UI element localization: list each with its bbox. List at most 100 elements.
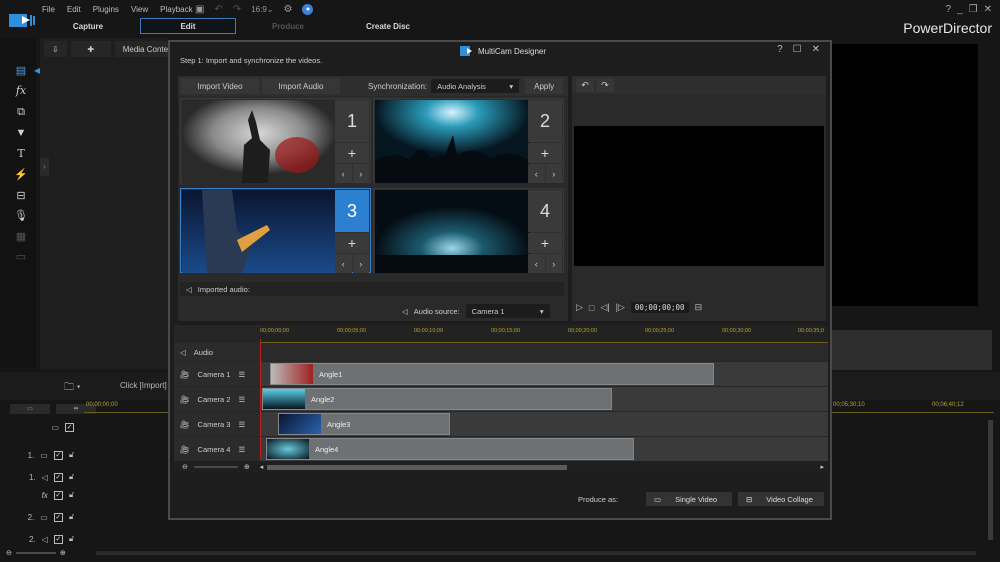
display-options-icon[interactable]: ⊟ — [695, 302, 703, 313]
menu-plugins[interactable]: Plugins — [93, 5, 119, 14]
track-enable-checkbox[interactable]: ✓ — [65, 422, 74, 432]
stop-icon[interactable]: □ — [589, 303, 594, 313]
pip-icon[interactable]: ⧉ — [14, 105, 28, 119]
track-enable-checkbox[interactable]: ✓ — [53, 490, 63, 500]
close-icon[interactable]: ✕ — [812, 44, 820, 55]
clip-angle2[interactable]: Angle2 — [262, 388, 612, 410]
timeline-scrollbar-thumb[interactable] — [267, 464, 568, 470]
voiceover-icon[interactable]: 🎙 — [14, 209, 28, 223]
playhead[interactable] — [260, 339, 261, 459]
track-list-icon[interactable]: ☰ — [238, 445, 245, 454]
next-clip-button[interactable]: › — [352, 164, 369, 183]
lock-icon[interactable]: 🔓︎ — [69, 472, 74, 482]
prev-clip-button[interactable]: ‹ — [335, 254, 352, 273]
aspect-ratio-icon[interactable]: 16:9⌄ — [251, 5, 273, 14]
prev-frame-icon[interactable]: ◁| — [600, 302, 609, 313]
notification-icon[interactable]: ● — [302, 3, 314, 15]
undo-icon[interactable]: ↶ — [576, 78, 594, 92]
camera-slot-1[interactable]: 1 + ‹ › — [180, 98, 371, 183]
zoom-out-icon[interactable]: ⊖ — [182, 463, 188, 471]
import-video-button[interactable]: Import Video — [181, 78, 259, 94]
import-audio-button[interactable]: Import Audio — [262, 78, 340, 94]
next-clip-button[interactable]: › — [352, 254, 369, 273]
undo-icon[interactable]: ↶ — [214, 4, 222, 15]
add-clip-button[interactable]: + — [335, 233, 369, 253]
lock-icon[interactable]: 🔓︎ — [69, 450, 74, 460]
video-collage-button[interactable]: ⊟ Video Collage — [738, 492, 824, 506]
camera-slot-4[interactable]: 4 + ‹ › — [373, 188, 564, 273]
track-list-icon[interactable]: ☰ — [238, 395, 245, 404]
title-icon[interactable]: T — [14, 147, 28, 161]
restore-icon[interactable]: ❐ — [969, 4, 978, 15]
camera-slot-2[interactable]: 2 + ‹ › — [373, 98, 564, 183]
track-enable-checkbox[interactable]: ✓ — [53, 534, 63, 544]
lock-icon[interactable]: 🔓︎ — [69, 490, 74, 500]
tab-produce[interactable]: Produce — [240, 18, 336, 34]
media-room-icon[interactable]: ▤ — [14, 64, 28, 78]
help-icon[interactable]: ? — [946, 4, 952, 15]
prev-clip-button[interactable]: ‹ — [528, 254, 545, 273]
audio-source-select[interactable]: Camera 1 ▾ — [465, 304, 550, 318]
dialog-title: MultiCam Designer — [460, 46, 546, 56]
next-frame-icon[interactable]: |▷ — [616, 302, 625, 313]
track-enable-checkbox[interactable]: ✓ — [53, 450, 63, 460]
apply-button[interactable]: Apply — [525, 78, 564, 94]
maximize-icon[interactable]: ☐ — [793, 44, 802, 55]
audio-mixing-icon[interactable]: ⊟ — [14, 189, 28, 203]
track-manager-button[interactable]: ▭ — [10, 404, 50, 414]
add-clip-button[interactable]: + — [528, 233, 562, 253]
clip-angle3[interactable]: Angle3 — [278, 413, 450, 435]
prev-clip-button[interactable]: ‹ — [335, 164, 352, 183]
lock-icon[interactable]: 🔓︎ — [69, 534, 74, 544]
zoom-in-icon[interactable]: ⊕ — [60, 549, 66, 557]
help-icon[interactable]: ? — [777, 44, 783, 55]
subtitle-icon[interactable]: ▭ — [14, 250, 28, 264]
minimize-icon[interactable]: _ — [957, 4, 963, 15]
menu-edit[interactable]: Edit — [67, 5, 81, 14]
particle-icon[interactable]: ▼ — [14, 126, 28, 140]
folder-icon[interactable]: 🗀 ▾ — [64, 380, 80, 397]
timeline-hscrollbar[interactable] — [96, 551, 976, 555]
import-media-icon[interactable]: ⇩ — [44, 41, 67, 57]
scroll-left-icon[interactable]: ◂ — [260, 463, 264, 471]
imported-audio-field[interactable]: ◁ Imported audio: — [180, 282, 564, 296]
zoom-slider[interactable] — [15, 552, 56, 554]
next-clip-button[interactable]: › — [545, 254, 562, 273]
tab-capture[interactable]: Capture — [40, 18, 136, 34]
camera-slot-3[interactable]: 3 + ‹ › — [180, 188, 371, 273]
track-list-icon[interactable]: ☰ — [238, 420, 245, 429]
zoom-out-icon[interactable]: ⊖ — [6, 549, 12, 557]
prev-clip-button[interactable]: ‹ — [528, 164, 545, 183]
play-icon[interactable]: ▷ — [576, 302, 583, 313]
add-clip-button[interactable]: + — [528, 143, 562, 163]
add-clip-button[interactable]: + — [335, 143, 369, 163]
sync-method-select[interactable]: Audio Analysis ▾ — [431, 79, 520, 93]
timeline-vscrollbar[interactable] — [988, 420, 993, 540]
clip-angle4[interactable]: Angle4 — [266, 438, 634, 460]
track-enable-checkbox[interactable]: ✓ — [53, 472, 63, 482]
transition-icon[interactable]: ⚡ — [14, 168, 28, 182]
save-icon[interactable]: ▣ — [195, 4, 204, 15]
expand-panel-icon[interactable]: › — [40, 158, 49, 176]
tab-create-disc[interactable]: Create Disc — [340, 18, 436, 34]
menu-view[interactable]: View — [131, 5, 148, 14]
close-icon[interactable]: ✕ — [984, 4, 992, 15]
redo-icon[interactable]: ↷ — [596, 78, 614, 92]
menu-file[interactable]: File — [42, 5, 55, 14]
single-video-button[interactable]: ▭ Single Video — [646, 492, 732, 506]
lock-icon[interactable]: 🔓︎ — [69, 512, 74, 522]
zoom-slider[interactable] — [193, 466, 238, 468]
settings-icon[interactable]: ⚙ — [284, 4, 293, 15]
menu-playback[interactable]: Playback — [160, 5, 192, 14]
plugins-icon[interactable]: ✚ — [70, 41, 111, 57]
track-list-icon[interactable]: ☰ — [238, 370, 245, 379]
clip-angle1[interactable]: Angle1 — [270, 363, 714, 385]
tab-edit[interactable]: Edit — [140, 18, 236, 34]
next-clip-button[interactable]: › — [545, 164, 562, 183]
redo-icon[interactable]: ↷ — [233, 4, 241, 15]
track-enable-checkbox[interactable]: ✓ — [53, 512, 63, 522]
scroll-right-icon[interactable]: ▸ — [820, 463, 824, 471]
chapter-icon[interactable]: ▦ — [14, 230, 28, 244]
fx-icon[interactable]: fx — [14, 84, 28, 98]
zoom-in-icon[interactable]: ⊕ — [244, 463, 250, 471]
